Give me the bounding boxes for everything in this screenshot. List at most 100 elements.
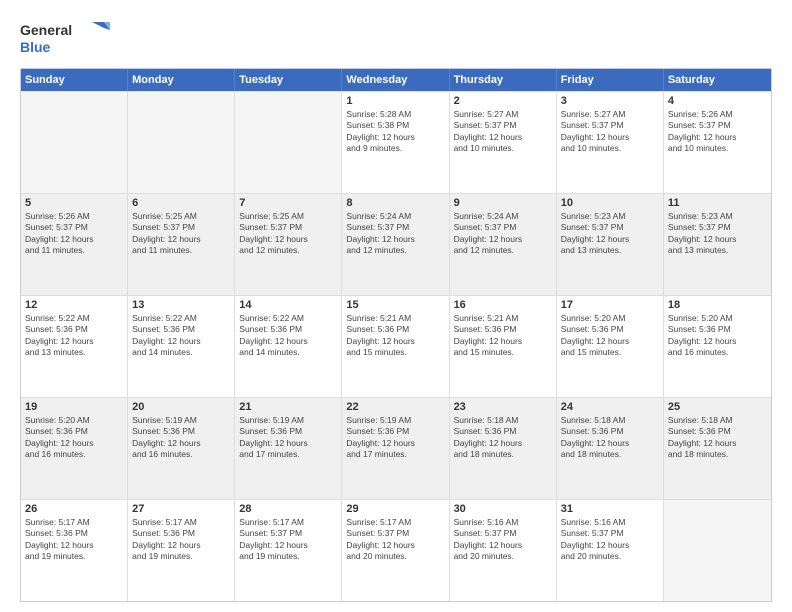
day-number: 26 — [25, 503, 123, 515]
day-number: 9 — [454, 197, 552, 209]
cell-info-line: Sunrise: 5:22 AM — [239, 313, 337, 324]
cell-info-line: and 19 minutes. — [25, 551, 123, 562]
cell-info-line: Daylight: 12 hours — [668, 132, 767, 143]
cell-info-line: Sunset: 5:37 PM — [454, 528, 552, 539]
day-cell-2: 2Sunrise: 5:27 AMSunset: 5:37 PMDaylight… — [450, 92, 557, 193]
cell-info-line: Sunset: 5:36 PM — [25, 426, 123, 437]
header-day-tuesday: Tuesday — [235, 69, 342, 91]
cell-info-line: Sunset: 5:36 PM — [346, 324, 444, 335]
day-cell-20: 20Sunrise: 5:19 AMSunset: 5:36 PMDayligh… — [128, 398, 235, 499]
cell-info-line: Daylight: 12 hours — [561, 438, 659, 449]
cell-info-line: and 15 minutes. — [346, 347, 444, 358]
cell-info-line: Sunrise: 5:17 AM — [25, 517, 123, 528]
cell-info-line: Sunrise: 5:26 AM — [668, 109, 767, 120]
cell-info-line: Sunrise: 5:26 AM — [25, 211, 123, 222]
day-cell-23: 23Sunrise: 5:18 AMSunset: 5:36 PMDayligh… — [450, 398, 557, 499]
day-number: 15 — [346, 299, 444, 311]
day-cell-31: 31Sunrise: 5:16 AMSunset: 5:37 PMDayligh… — [557, 500, 664, 601]
cell-info-line: Sunrise: 5:24 AM — [454, 211, 552, 222]
cell-info-line: and 14 minutes. — [239, 347, 337, 358]
cell-info-line: Sunrise: 5:21 AM — [346, 313, 444, 324]
day-cell-1: 1Sunrise: 5:28 AMSunset: 5:38 PMDaylight… — [342, 92, 449, 193]
day-number: 30 — [454, 503, 552, 515]
cell-info-line: Sunrise: 5:20 AM — [561, 313, 659, 324]
day-number: 10 — [561, 197, 659, 209]
cell-info-line: Sunrise: 5:16 AM — [454, 517, 552, 528]
calendar-header: SundayMondayTuesdayWednesdayThursdayFrid… — [21, 69, 771, 91]
day-number: 19 — [25, 401, 123, 413]
cell-info-line: and 20 minutes. — [454, 551, 552, 562]
cell-info-line: Sunset: 5:36 PM — [132, 528, 230, 539]
day-cell-13: 13Sunrise: 5:22 AMSunset: 5:36 PMDayligh… — [128, 296, 235, 397]
header-day-saturday: Saturday — [664, 69, 771, 91]
day-number: 27 — [132, 503, 230, 515]
cell-info-line: Daylight: 12 hours — [25, 336, 123, 347]
cell-info-line: and 12 minutes. — [454, 245, 552, 256]
day-number: 5 — [25, 197, 123, 209]
cell-info-line: Daylight: 12 hours — [561, 336, 659, 347]
week-row-3: 19Sunrise: 5:20 AMSunset: 5:36 PMDayligh… — [21, 397, 771, 499]
day-cell-28: 28Sunrise: 5:17 AMSunset: 5:37 PMDayligh… — [235, 500, 342, 601]
header-day-sunday: Sunday — [21, 69, 128, 91]
cell-info-line: Sunrise: 5:23 AM — [668, 211, 767, 222]
day-cell-30: 30 Sunrise: 5:16 AMSunset: 5:37 PMDayligh… — [450, 500, 557, 601]
cell-info-line: Daylight: 12 hours — [25, 438, 123, 449]
cell-info-line: Daylight: 12 hours — [132, 540, 230, 551]
cell-info-line: Sunrise: 5:17 AM — [239, 517, 337, 528]
cell-info-line: Sunset: 5:37 PM — [346, 222, 444, 233]
cell-info-line: and 12 minutes. — [346, 245, 444, 256]
cell-info-line: Sunset: 5:36 PM — [668, 324, 767, 335]
cell-info-line: Sunset: 5:37 PM — [239, 528, 337, 539]
day-cell-4: 4Sunrise: 5:26 AMSunset: 5:37 PMDaylight… — [664, 92, 771, 193]
cell-info-line: Sunrise: 5:28 AM — [346, 109, 444, 120]
week-row-0: 1Sunrise: 5:28 AMSunset: 5:38 PMDaylight… — [21, 91, 771, 193]
logo: General Blue — [20, 18, 110, 58]
day-number: 1 — [346, 95, 444, 107]
day-cell-8: 8Sunrise: 5:24 AMSunset: 5:37 PMDaylight… — [342, 194, 449, 295]
cell-info-line: and 9 minutes. — [346, 143, 444, 154]
header: General Blue — [20, 18, 772, 58]
week-row-4: 26Sunrise: 5:17 AMSunset: 5:36 PMDayligh… — [21, 499, 771, 601]
cell-info-line: and 19 minutes. — [239, 551, 337, 562]
cell-info-line: Sunset: 5:37 PM — [454, 120, 552, 131]
day-cell-19: 19Sunrise: 5:20 AMSunset: 5:36 PMDayligh… — [21, 398, 128, 499]
cell-info-line: Sunrise: 5:17 AM — [346, 517, 444, 528]
day-cell-15: 15Sunrise: 5:21 AMSunset: 5:36 PMDayligh… — [342, 296, 449, 397]
cell-info-line: Sunset: 5:36 PM — [132, 324, 230, 335]
empty-cell — [664, 500, 771, 601]
cell-info-line: and 16 minutes. — [132, 449, 230, 460]
day-cell-11: 11Sunrise: 5:23 AMSunset: 5:37 PMDayligh… — [664, 194, 771, 295]
day-cell-25: 25Sunrise: 5:18 AMSunset: 5:36 PMDayligh… — [664, 398, 771, 499]
cell-info-line: Sunset: 5:36 PM — [454, 324, 552, 335]
cell-info-line: Sunset: 5:37 PM — [561, 120, 659, 131]
cell-info-line: Sunset: 5:37 PM — [346, 528, 444, 539]
cell-info-line: Sunset: 5:36 PM — [561, 324, 659, 335]
day-number: 25 — [668, 401, 767, 413]
day-number: 29 — [346, 503, 444, 515]
day-number: 17 — [561, 299, 659, 311]
week-row-1: 5 Sunrise: 5:26 AM Sunset: 5:37 PM Daylight… — [21, 193, 771, 295]
cell-info-line: Daylight: 12 hours — [454, 438, 552, 449]
day-cell-18: 18Sunrise: 5:20 AMSunset: 5:36 PMDayligh… — [664, 296, 771, 397]
day-cell-24: 24Sunrise: 5:18 AMSunset: 5:36 PMDayligh… — [557, 398, 664, 499]
cell-info-line: Daylight: 12 hours — [454, 540, 552, 551]
cell-info-line: Sunrise: 5:22 AM — [25, 313, 123, 324]
cell-info-line: Daylight: 12 hours — [239, 234, 337, 245]
cell-info-line: Sunset: 5:36 PM — [668, 426, 767, 437]
cell-info-line: Daylight: 12 hours — [561, 540, 659, 551]
day-cell-5: 5Sunrise: 5:26 AMSunset: 5:37 PMDaylight… — [21, 194, 128, 295]
cell-info-line: Sunset: 5:36 PM — [25, 528, 123, 539]
cell-info-line: Sunrise: 5:23 AM — [561, 211, 659, 222]
cell-info-line: Sunrise: 5:18 AM — [561, 415, 659, 426]
day-number: 14 — [239, 299, 337, 311]
day-number: 28 — [239, 503, 337, 515]
day-cell-29: 29Sunrise: 5:17 AMSunset: 5:37 PMDayligh… — [342, 500, 449, 601]
cell-info-line: Daylight: 12 hours — [454, 336, 552, 347]
cell-info-line: Daylight: 12 hours — [346, 132, 444, 143]
cell-info-line: Sunrise: 5:25 AM — [132, 211, 230, 222]
cell-info-line: Daylight: 12 hours — [132, 336, 230, 347]
cell-info-line: Sunrise: 5:25 AM — [239, 211, 337, 222]
day-number: 13 — [132, 299, 230, 311]
cell-info-line: and 18 minutes. — [561, 449, 659, 460]
cell-info-line: Daylight: 12 hours — [239, 336, 337, 347]
